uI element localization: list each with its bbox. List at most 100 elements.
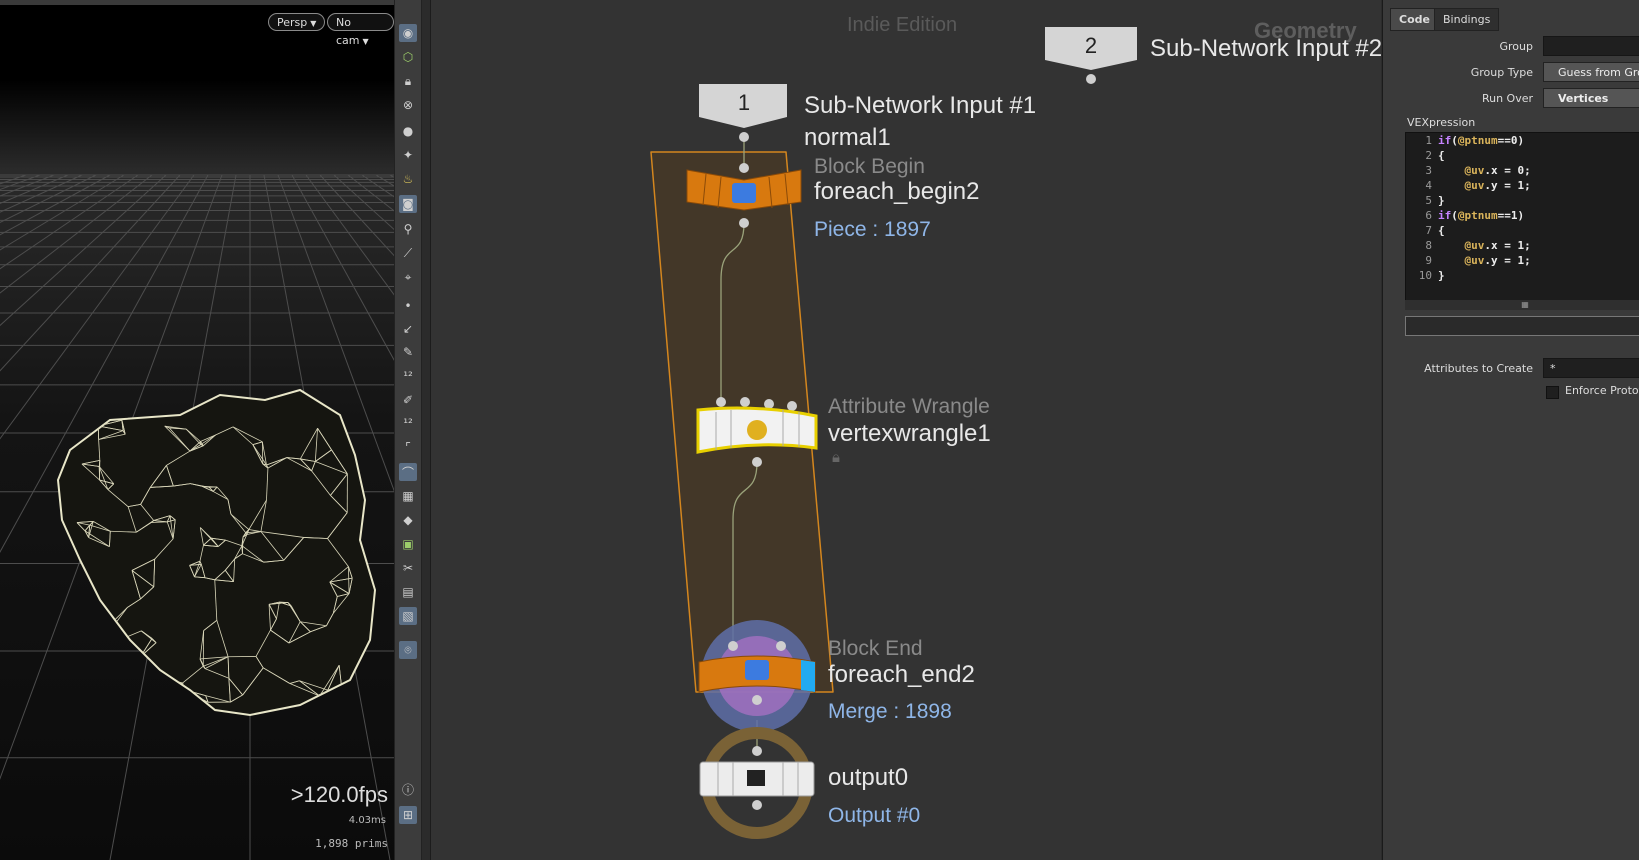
brush-icon[interactable]: ✐ — [399, 391, 417, 409]
code-line: 5} — [1406, 193, 1639, 208]
code-line: 3 @uv.x = 0; — [1406, 163, 1639, 178]
wire-icon[interactable]: ⟋ — [399, 244, 417, 262]
line-number: 10 — [1418, 269, 1432, 282]
mesh-edge — [112, 621, 114, 627]
mesh-edge — [150, 684, 172, 693]
lock-icon[interactable]: 🔒︎ — [399, 72, 417, 90]
magnet-icon[interactable]: ⌒ — [399, 463, 417, 481]
code-line: 6 if(@ptnum==1) — [1406, 208, 1639, 223]
mesh-edge — [77, 591, 84, 636]
viewport-toolbar: ◉ ⬡ 🔒︎ ⊗ ● ✦ ♨ ◙ ⚲ ⟋ ⌖ • ↙ ✎ ¹² ✐ ¹² ⌜ ⌒… — [394, 0, 422, 860]
mesh-edge — [97, 670, 110, 677]
mesh-edge — [142, 671, 163, 680]
mesh-edge — [83, 591, 93, 632]
code-text: if(@ptnum==1) — [1438, 209, 1525, 222]
light-icon[interactable]: ✦ — [399, 146, 417, 164]
run-over-label: Run Over — [1481, 92, 1533, 105]
mesh-edge — [112, 626, 120, 641]
normal-node-name: normal1 — [804, 124, 891, 151]
bulb-icon[interactable]: ♨ — [399, 170, 417, 188]
mesh-edge — [77, 630, 93, 636]
foreach-end-info: Merge : 1898 — [828, 700, 952, 723]
mesh-edge — [96, 671, 99, 685]
line-number: 8 — [1425, 239, 1432, 252]
code-line: 8 @uv.x = 1; — [1406, 238, 1639, 253]
group-label: Group — [1499, 40, 1534, 53]
point-icon[interactable]: • — [399, 297, 417, 315]
layout-icon[interactable]: ⊞ — [399, 806, 417, 824]
resize-handle[interactable]: ▦ — [1405, 300, 1639, 310]
mesh-edge — [100, 700, 124, 703]
foreach-end-type: Block End — [828, 637, 923, 660]
code-text: } — [1438, 269, 1445, 282]
viewport-scene — [0, 174, 394, 860]
group-field[interactable] — [1543, 36, 1639, 56]
code-line: 1 if(@ptnum==0) — [1406, 133, 1639, 148]
corner-icon[interactable]: ⌜ — [399, 438, 417, 456]
scene-viewport[interactable]: Persp ▼ No cam ▼ >120.0fps 4.03ms 1,898 pr… — [0, 0, 394, 860]
map-pin-icon[interactable]: ⌾ — [399, 641, 417, 659]
network-editor[interactable]: Indie Edition Geometry 1 2 Sub-Network I… — [430, 0, 1383, 860]
mesh-edge — [142, 671, 163, 680]
mesh-edge — [161, 678, 172, 686]
mesh-edge — [150, 678, 163, 693]
input-1-label: Sub-Network Input #1 — [804, 92, 1037, 119]
output-node[interactable] — [699, 727, 815, 839]
line-number: 6 — [1425, 209, 1432, 222]
mesh-edge — [111, 625, 114, 628]
tab-code[interactable]: Code — [1390, 8, 1439, 31]
diamond-icon[interactable]: ◆ — [399, 511, 417, 529]
foreach-begin-type: Block Begin — [814, 155, 925, 178]
info-icon[interactable]: ⓘ — [399, 780, 417, 798]
number2-icon[interactable]: ¹² — [399, 414, 417, 432]
code-text: if(@ptnum==0) — [1438, 134, 1525, 147]
code-status-field[interactable] — [1405, 316, 1639, 336]
camera-icon[interactable]: ◙ — [399, 195, 417, 213]
view-icon[interactable]: ◉ — [399, 24, 417, 42]
grid-icon[interactable]: ▦ — [399, 487, 417, 505]
mesh-edge — [112, 621, 114, 627]
attrs-field[interactable]: * — [1543, 358, 1639, 378]
mesh-edge — [97, 675, 110, 685]
mesh-edge — [242, 537, 244, 554]
image-icon[interactable]: ▧ — [399, 607, 417, 625]
wrangle-name: vertexwrangle1 — [828, 420, 991, 447]
enforce-label: Enforce Prototy — [1565, 384, 1639, 397]
mesh-edge — [150, 678, 163, 693]
run-over-menu[interactable]: Vertices — [1543, 88, 1639, 108]
mesh-edge — [77, 635, 111, 647]
camera-menu[interactable]: No cam ▼ — [327, 13, 394, 47]
code-line: 10} — [1406, 268, 1639, 283]
mesh-edge — [140, 656, 144, 673]
code-line: 4 @uv.y = 1; — [1406, 178, 1639, 193]
pin-icon[interactable]: ✎ — [399, 343, 417, 361]
number-icon[interactable]: ¹² — [399, 367, 417, 385]
select-icon[interactable]: ⬡ — [399, 48, 417, 66]
chevron-down-icon: ▼ — [362, 37, 369, 46]
wrangle-type: Attribute Wrangle — [828, 395, 990, 418]
mesh-edge — [96, 670, 110, 677]
code-text: { — [1438, 149, 1445, 162]
stack-icon[interactable]: ▤ — [399, 583, 417, 601]
foreach-end-name: foreach_end2 — [828, 661, 975, 688]
enforce-checkbox[interactable] — [1546, 386, 1559, 399]
mesh-edge — [110, 621, 113, 628]
persp-menu[interactable]: Persp ▼ — [268, 13, 326, 31]
hide-icon[interactable]: ⊗ — [399, 96, 417, 114]
snap-icon[interactable]: ⌖ — [399, 268, 417, 286]
edge-icon[interactable]: ↙ — [399, 320, 417, 338]
handle-icon[interactable]: ⚲ — [399, 220, 417, 238]
shade-icon[interactable]: ● — [399, 122, 417, 140]
input-2-label: Sub-Network Input #2 — [1150, 35, 1383, 62]
vex-code-editor[interactable]: 1 if(@ptnum==0) 2{3 @uv.x = 0; 4 @uv.y = 1;… — [1405, 132, 1639, 302]
code-text: @uv.y = 1; — [1464, 179, 1531, 192]
mesh-edge — [123, 692, 152, 702]
node-lock-icon: 🔒︎ — [832, 449, 840, 466]
code-line: 2{ — [1406, 148, 1639, 163]
mesh-edge — [92, 625, 114, 632]
mesh-edge — [96, 670, 110, 677]
mask-icon[interactable]: ▣ — [399, 535, 417, 553]
group-type-menu[interactable]: Guess from Grou — [1543, 62, 1639, 82]
knife-icon[interactable]: ✂ — [399, 559, 417, 577]
tab-bindings[interactable]: Bindings — [1434, 8, 1500, 31]
